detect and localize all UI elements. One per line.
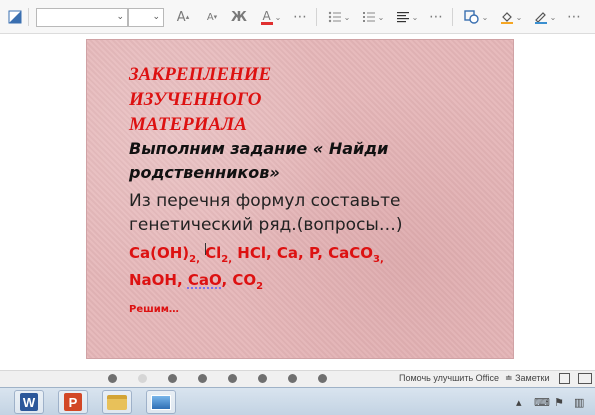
- chevron-down-icon[interactable]: ⌄: [412, 13, 419, 22]
- chevron-down-icon[interactable]: ⌄: [378, 13, 385, 22]
- slide-nav-dot[interactable]: [198, 374, 207, 383]
- formula-subscript: 3,: [373, 254, 384, 265]
- word-icon: W: [20, 393, 38, 411]
- numbering-icon: [362, 12, 375, 22]
- bullets-button[interactable]: ⌄: [326, 7, 352, 27]
- formula-line-1: Ca(OH)2, Cl2, HCl, Ca, P, CaCO3,: [129, 240, 469, 267]
- font-color-icon: A: [262, 8, 271, 23]
- align-left-icon: [396, 12, 409, 23]
- formula-line-2: NaOH, CaO, CO2: [129, 267, 469, 294]
- slide-nav-dot[interactable]: [138, 374, 147, 383]
- more-options-icon[interactable]: ⋯: [292, 7, 308, 27]
- shapes-icon: [463, 10, 479, 24]
- shapes-button[interactable]: ⌄: [462, 7, 490, 27]
- network-icon[interactable]: ▥: [574, 396, 584, 409]
- slide-nav-dot[interactable]: [258, 374, 267, 383]
- formula-subscript: 2,: [221, 254, 233, 265]
- normal-view-icon[interactable]: [559, 373, 570, 384]
- status-bar: Помочь улучшить Office ≐ Заметки: [0, 370, 595, 387]
- grow-font-button[interactable]: A ▴: [174, 7, 192, 27]
- font-size-combo[interactable]: ⌄: [128, 8, 164, 27]
- chevron-down-icon[interactable]: ⌄: [152, 12, 160, 22]
- font-name-combo[interactable]: ⌄: [36, 8, 128, 27]
- bold-button[interactable]: Ж: [230, 7, 248, 27]
- bullets-icon: [328, 11, 341, 23]
- formula-list[interactable]: Ca(OH)2, Cl2, HCl, Ca, P, CaCO3, NaOH, C…: [129, 240, 469, 294]
- formula-subscript: 2,: [189, 254, 200, 265]
- chevron-down-icon[interactable]: ⌄: [275, 13, 282, 22]
- shape-fill-icon[interactable]: [6, 7, 24, 27]
- formula-text: HCl, Ca, P, CaCO: [232, 244, 374, 262]
- photo-viewer-icon: [151, 394, 171, 410]
- folder-icon: [107, 394, 127, 410]
- chevron-down-icon[interactable]: ⌄: [344, 13, 351, 22]
- outline-color-button[interactable]: ⌄: [532, 7, 558, 27]
- keyboard-icon[interactable]: ⌨: [534, 396, 550, 409]
- formula-text: , CO: [221, 271, 257, 289]
- shrink-font-icon: A: [206, 11, 214, 23]
- numbering-button[interactable]: ⌄: [360, 7, 386, 27]
- slide-solve-text[interactable]: Решим…: [129, 304, 179, 315]
- formula-text: NaOH,: [129, 271, 188, 289]
- notes-button[interactable]: ≐ Заметки: [505, 373, 550, 384]
- slide-canvas[interactable]: ЗАКРЕПЛЕНИЕ ИЗУЧЕННОГО МАТЕРИАЛА Выполни…: [86, 39, 514, 359]
- shrink-font-button[interactable]: A ▾: [204, 7, 220, 27]
- slide-nav-dot[interactable]: [288, 374, 297, 383]
- slide-nav-dot[interactable]: [108, 374, 117, 383]
- taskbar-word-button[interactable]: W: [14, 390, 44, 414]
- formula-text: Cl: [199, 244, 222, 262]
- slide-heading[interactable]: ЗАКРЕПЛЕНИЕ ИЗУЧЕННОГО МАТЕРИАЛА: [129, 62, 389, 137]
- improve-office-link[interactable]: Помочь улучшить Office: [399, 373, 499, 383]
- chevron-down-icon[interactable]: ⌄: [516, 13, 523, 22]
- slide-nav-dot[interactable]: [228, 374, 237, 383]
- formula-subscript: 2: [256, 281, 264, 292]
- notes-icon: ≐: [505, 373, 513, 383]
- taskbar-powerpoint-button[interactable]: P: [58, 390, 88, 414]
- powerpoint-icon: P: [64, 393, 82, 411]
- formula-text-spellcheck: CaO: [187, 271, 222, 289]
- fill-color-button[interactable]: ⌄: [498, 7, 524, 27]
- slide-sorter-icon[interactable]: [578, 373, 592, 384]
- formula-text: Ca(OH): [129, 244, 190, 262]
- chevron-down-icon[interactable]: ⌄: [116, 12, 124, 22]
- tray-arrow-icon[interactable]: ▴: [516, 396, 522, 409]
- grow-font-icon: A: [176, 9, 186, 25]
- flag-icon[interactable]: ⚑: [554, 396, 564, 409]
- text-cursor: [205, 243, 206, 255]
- slide-task-text[interactable]: Выполним задание « Найди родственников»: [129, 137, 429, 185]
- ribbon-toolbar: ⌄ ⌄ A ▴ A ▾ Ж A ⌄ ⋯ ⌄ ⌄ ⌄ ⋯ ⌄ ⌄ ⌄ ⋯: [0, 0, 595, 34]
- slide-nav-dot[interactable]: [318, 374, 327, 383]
- paint-bucket-icon: [500, 12, 513, 24]
- slide-nav-dot[interactable]: [168, 374, 177, 383]
- taskbar-explorer-button[interactable]: [102, 390, 132, 414]
- pen-icon: [534, 12, 547, 24]
- taskbar-photos-button[interactable]: [146, 390, 176, 414]
- more-options-icon[interactable]: ⋯: [566, 7, 582, 27]
- align-button[interactable]: ⌄: [394, 7, 420, 27]
- slide-instruction-text[interactable]: Из перечня формул составьте генетический…: [129, 189, 469, 237]
- more-options-icon[interactable]: ⋯: [428, 7, 444, 27]
- windows-taskbar: W P ▴ ⌨ ⚑ ▥: [0, 387, 595, 415]
- slide-editing-area: ЗАКРЕПЛЕНИЕ ИЗУЧЕННОГО МАТЕРИАЛА Выполни…: [0, 34, 595, 370]
- chevron-down-icon[interactable]: ⌄: [550, 13, 557, 22]
- bold-icon: Ж: [231, 9, 247, 25]
- notes-label: Заметки: [515, 373, 550, 383]
- chevron-down-icon[interactable]: ⌄: [482, 13, 489, 22]
- font-color-button[interactable]: A ⌄: [258, 7, 284, 27]
